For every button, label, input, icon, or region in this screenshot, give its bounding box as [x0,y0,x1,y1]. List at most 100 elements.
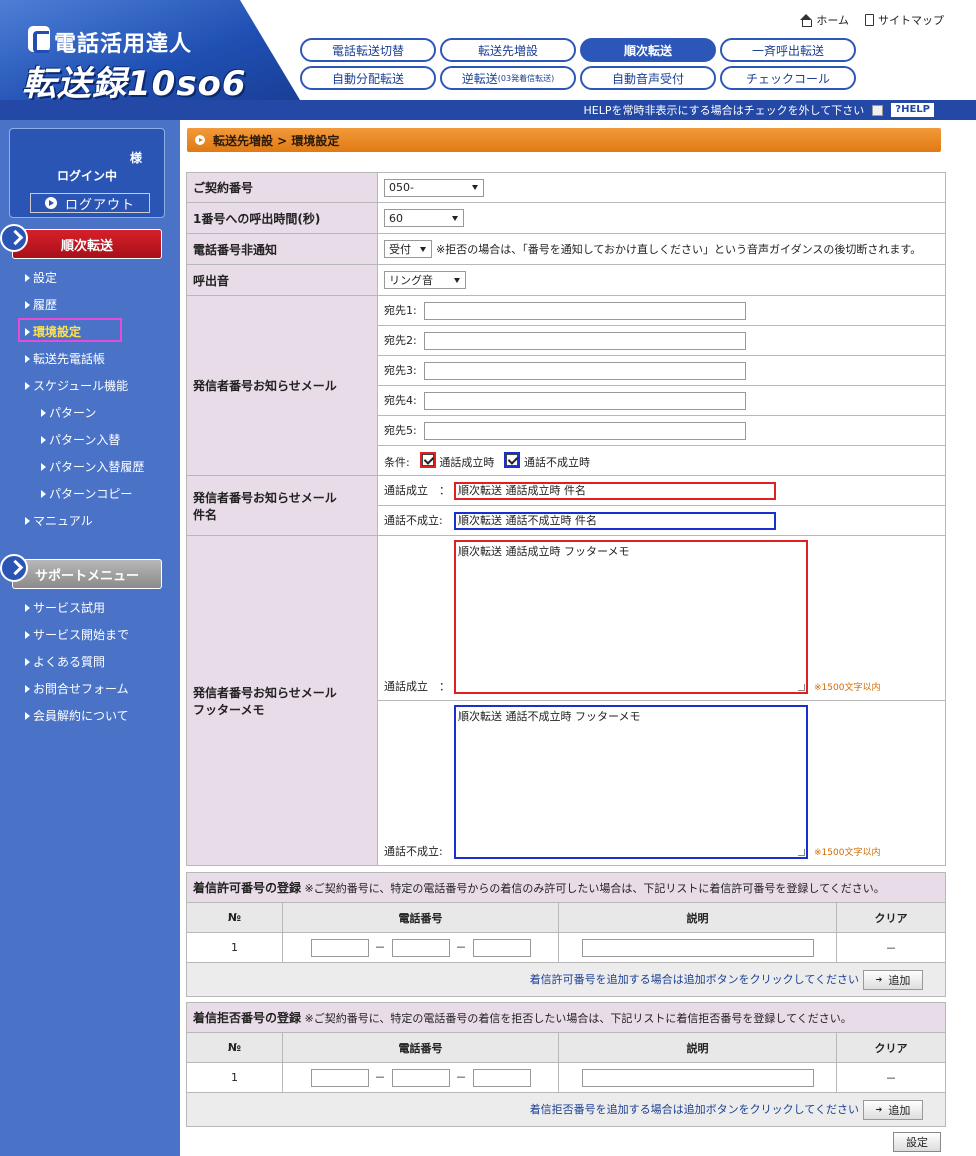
home-icon [800,14,813,27]
phone-input-2[interactable] [391,1068,450,1087]
recipient-input-4[interactable] [424,391,746,410]
sidebar: 様 ログイン中 ログアウト 順次転送 設定 履歴 環境設定 転送先電話帳 スケジ… [0,120,180,1156]
ring-tone-label: 呼出音 [186,264,378,296]
ring-time-label: 1番号への呼出時間(秒) [186,202,378,234]
phone-input-2[interactable] [391,938,450,957]
deny-add-button[interactable]: ➔ 追加 [863,1099,923,1120]
sidebar-item-pattern-irekae-rireki[interactable]: パターン入替履歴 [0,453,170,480]
recipient-input-5[interactable] [424,421,746,440]
chevron-down-icon [472,185,478,190]
sidebar-item-label: サービス試用 [33,601,106,615]
phone-input-3[interactable] [472,938,531,957]
chevron-right-icon [0,554,28,582]
sidebar-item-schedule[interactable]: スケジュール機能 [0,372,170,399]
recipient-input-1[interactable] [424,301,746,320]
subj-fail-input[interactable]: 順次転送 通話不成立時 件名 [454,511,776,530]
footer-success-textarea[interactable]: 順次転送 通話成立時 フッターメモ [454,540,808,694]
phone-input-1[interactable] [310,938,369,957]
col-phone: 電話番号 [282,902,559,933]
sidebar-item-label: 設定 [33,271,58,285]
sidebar-item-pattern-irekae[interactable]: パターン入替 [0,426,170,453]
header: 電話活用達人 転送録10so6 ホーム サイトマップ 電話転送切替 転送先増設 … [0,0,976,100]
allow-foot: 着信許可番号を追加する場合は追加ボタンをクリックしてください ➔ 追加 [186,962,946,997]
sidebar-item-label: パターン [49,406,97,420]
breadcrumb: 転送先増設 > 環境設定 [187,128,941,152]
allow-add-button[interactable]: ➔ 追加 [863,969,923,990]
cond-success-checkbox[interactable] [419,451,436,468]
tab-jido-bunpai[interactable]: 自動分配転送 [300,66,436,90]
condition-label: 条件: [384,455,410,469]
dash: － [455,940,467,954]
sidebar-item-rireki[interactable]: 履歴 [0,291,170,318]
chevron-down-icon [420,246,426,252]
recipient-input-3[interactable] [424,361,746,380]
sidebar-item-pattern-copy[interactable]: パターンコピー [0,480,170,507]
phone-input-3[interactable] [472,1068,531,1087]
tab-jido-onsei[interactable]: 自動音声受付 [580,66,716,90]
sidebar-item-manual[interactable]: マニュアル [0,507,170,534]
sitemap-label: サイトマップ [878,14,944,27]
col-desc: 説明 [558,902,837,933]
logout-label: ログアウト [64,197,135,213]
ring-time-select[interactable]: 60 [384,209,464,227]
allow-foot-text: 着信許可番号を追加する場合は追加ボタンをクリックしてください [529,972,859,986]
logout-button[interactable]: ログアウト [30,193,150,213]
contract-select[interactable]: 050- [384,178,484,197]
sidebar-item-settei[interactable]: 設定 [0,264,170,291]
tab-denwa-tenso-kirikae[interactable]: 電話転送切替 [300,38,436,62]
sidebar-item-service-shiyo[interactable]: サービス試用 [0,594,170,621]
col-phone: 電話番号 [282,1032,559,1063]
sidebar-item-label: 会員解約について [33,709,129,723]
help-text: HELPを常時非表示にする場合はチェックを外して下さい [583,104,865,117]
ring-tone-select[interactable]: リング音 [384,271,466,289]
subj-success-input[interactable]: 順次転送 通話成立時 件名 [454,481,776,500]
allow-desc: ※ご契約番号に、特定の電話番号からの着信のみ許可したい場合は、下記リストに着信許… [304,882,885,895]
col-no: № [186,1032,283,1063]
section-junji-tenso[interactable]: 順次転送 [0,224,170,259]
desc-input[interactable] [581,938,814,957]
submit-button[interactable]: 設定 [893,1132,941,1152]
arrow-right-icon: ➔ [875,975,883,984]
add-label: 追加 [888,973,911,987]
tab-junji-tenso[interactable]: 順次転送 [580,38,716,62]
tab-issei-yobidashi[interactable]: 一斉呼出転送 [720,38,856,62]
recipient-label-3: 宛先3: [384,364,417,377]
row-no: 1 [186,932,283,963]
support-menu: サービス試用 サービス開始まで よくある質問 お問合せフォーム 会員解約について [0,594,170,729]
allow-table: 着信許可番号の登録 ※ご契約番号に、特定の電話番号からの着信のみ許可したい場合は… [186,872,946,997]
sidebar-item-service-kaishi[interactable]: サービス開始まで [0,621,170,648]
tab-tensosaki-zosetsu[interactable]: 転送先増設 [440,38,576,62]
tab-check-call[interactable]: チェックコール [720,66,856,90]
sidebar-item-faq[interactable]: よくある質問 [0,648,170,675]
hide-number-select[interactable]: 受付 [384,240,432,258]
help-checkbox[interactable] [872,104,884,116]
sidebar-item-pattern[interactable]: パターン [0,399,170,426]
sidebar-item-tensosaki-denwacho[interactable]: 転送先電話帳 [0,345,170,372]
main-content: 転送先増設 > 環境設定 ご契約番号 050- 1番号への呼出時間(秒) 60 … [180,120,976,1156]
recipient-input-2[interactable] [424,331,746,350]
section-support[interactable]: サポートメニュー [0,554,170,589]
sidebar-item-kaiyaku[interactable]: 会員解約について [0,702,170,729]
ring-tone-value: リング音 [389,274,433,287]
footer-fail-textarea[interactable]: 順次転送 通話不成立時 フッターメモ [454,705,808,859]
sidebar-item-kankyo-settei[interactable]: 環境設定 [0,318,170,345]
desc-input[interactable] [581,1068,814,1087]
home-link[interactable]: ホーム [800,12,849,28]
sidebar-item-label: パターン入替 [49,433,121,447]
cond-fail-checkbox[interactable] [504,451,521,468]
deny-foot-text: 着信拒否番号を追加する場合は追加ボタンをクリックしてください [529,1102,859,1116]
logo[interactable]: 電話活用達人 転送録10so6 [0,0,300,100]
footer-label-2: フッターメモ [193,702,265,717]
help-button[interactable]: ?HELP [891,103,934,117]
subject-label-1: 発信者番号お知らせメール [193,490,337,505]
sitemap-link[interactable]: サイトマップ [865,12,944,28]
sidebar-item-label: お問合せフォーム [33,682,129,696]
side-menu: 設定 履歴 環境設定 転送先電話帳 スケジュール機能 パターン パターン入替 パ… [0,264,170,534]
login-user: 様 [129,151,142,165]
dash: － [374,940,386,954]
subject-label: 発信者番号お知らせメール 件名 [186,475,378,536]
tab-gyaku-tenso[interactable]: 逆転送 (03発着信転送) [440,66,576,90]
phone-input-1[interactable] [310,1068,369,1087]
sidebar-item-contact[interactable]: お問合せフォーム [0,675,170,702]
arrow-right-icon: ➔ [875,1105,883,1114]
